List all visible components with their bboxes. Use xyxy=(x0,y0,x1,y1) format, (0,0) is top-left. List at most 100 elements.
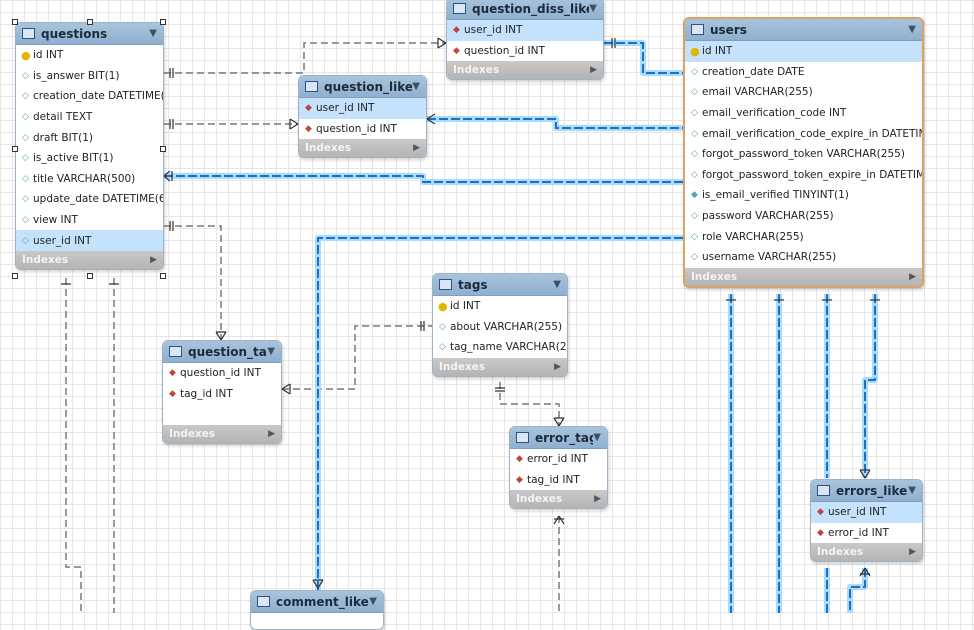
resize-handle[interactable] xyxy=(12,146,18,152)
column-row[interactable]: ◇ is_answer BIT(1) xyxy=(16,66,163,87)
resize-handle[interactable] xyxy=(160,146,166,152)
column-row[interactable]: ◇ detail TEXT xyxy=(16,107,163,128)
table-name: question_diss_likes xyxy=(472,1,590,16)
collapse-arrow-icon[interactable]: ▼ xyxy=(908,485,916,496)
column-row[interactable]: ◇ title VARCHAR(500) xyxy=(16,169,163,190)
indexes-section[interactable]: Indexes ▶ xyxy=(447,61,603,80)
table-header[interactable]: errors_likes ▼ xyxy=(811,480,922,502)
expand-arrow-icon[interactable]: ▶ xyxy=(590,65,597,75)
questions-table[interactable]: questions ▼ ● id INT ◇ is_answer BIT(1) ◇ c… xyxy=(15,22,164,270)
table-icon xyxy=(257,596,270,607)
expand-arrow-icon[interactable]: ▶ xyxy=(150,255,157,265)
column-row[interactable]: ◇ email_verification_code_expire_in DATET… xyxy=(685,123,922,144)
collapse-arrow-icon[interactable]: ▼ xyxy=(149,28,157,39)
resize-handle[interactable] xyxy=(160,19,166,25)
column-row[interactable]: ◆ user_id INT xyxy=(811,502,922,523)
attribute-icon: ◇ xyxy=(22,132,29,143)
column-row[interactable]: ◇ about VARCHAR(255) xyxy=(433,317,567,338)
column-row[interactable]: ◆ error_id INT xyxy=(811,523,922,544)
table-icon xyxy=(305,81,318,92)
table-header[interactable]: questions ▼ xyxy=(16,23,163,45)
indexes-section[interactable]: Indexes ▶ xyxy=(16,250,163,269)
column-row[interactable]: ◆ tag_id INT xyxy=(510,470,607,491)
column-label: is_email_verified TINYINT(1) xyxy=(702,189,849,202)
column-row[interactable]: ◇ draft BIT(1) xyxy=(16,127,163,148)
column-row[interactable]: ◇ email_verification_code INT xyxy=(685,103,922,124)
table-header[interactable]: question_diss_likes ▼ xyxy=(447,0,603,20)
table-header[interactable]: tags ▼ xyxy=(433,274,567,296)
attribute-icon: ◇ xyxy=(22,153,29,164)
column-row[interactable]: ◆ error_id INT xyxy=(510,449,607,470)
column-row[interactable]: ◆ question_id INT xyxy=(299,119,426,140)
column-label: user_id INT xyxy=(33,234,92,247)
expand-arrow-icon[interactable]: ▶ xyxy=(909,272,916,282)
expand-arrow-icon[interactable]: ▶ xyxy=(413,143,420,153)
column-row[interactable]: ◆ user_id INT xyxy=(299,98,426,119)
column-row[interactable]: ◇ is_active BIT(1) xyxy=(16,148,163,169)
users-table[interactable]: users ▼ ● id INT ◇ creation_date DATE ◇ ema… xyxy=(683,17,924,288)
attribute-icon: ◇ xyxy=(691,252,698,263)
column-row[interactable]: ◇ role VARCHAR(255) xyxy=(685,226,922,247)
tags-table[interactable]: tags ▼ ● id INT ◇ about VARCHAR(255) ◇ tag_… xyxy=(432,273,568,377)
column-row[interactable]: ● id INT xyxy=(685,41,922,62)
column-row[interactable]: ◇ password VARCHAR(255) xyxy=(685,206,922,227)
attribute-icon: ◇ xyxy=(691,128,698,139)
comment-likes-table[interactable]: comment_likes ▼ xyxy=(250,590,384,630)
indexes-section[interactable]: Indexes ▶ xyxy=(299,139,426,158)
table-header[interactable]: comment_likes ▼ xyxy=(251,591,383,613)
indexes-section[interactable]: Indexes ▶ xyxy=(685,267,922,286)
column-row[interactable]: ◆ tag_id INT xyxy=(163,384,281,405)
indexes-section[interactable]: Indexes ▶ xyxy=(433,357,567,376)
column-row[interactable]: ◇ view INT xyxy=(16,210,163,231)
collapse-arrow-icon[interactable]: ▼ xyxy=(553,279,561,290)
column-label: tag_id INT xyxy=(180,387,233,400)
foreign-key-icon: ◆ xyxy=(305,103,312,114)
column-row[interactable]: ◇ forgot_password_token VARCHAR(255) xyxy=(685,144,922,165)
column-row[interactable]: ◇ tag_name VARCHAR(255) xyxy=(433,337,567,358)
column-row[interactable]: ● id INT xyxy=(433,296,567,317)
indexes-section[interactable]: Indexes ▶ xyxy=(163,424,281,443)
expand-arrow-icon[interactable]: ▶ xyxy=(268,429,275,439)
expand-arrow-icon[interactable]: ▶ xyxy=(909,547,916,557)
resize-handle[interactable] xyxy=(12,273,18,279)
collapse-arrow-icon[interactable]: ▼ xyxy=(267,346,275,357)
column-row[interactable]: ◇ email VARCHAR(255) xyxy=(685,82,922,103)
column-row[interactable]: ◇ forgot_password_token_expire_in DATETIM… xyxy=(685,165,922,186)
column-row[interactable]: ◆ is_email_verified TINYINT(1) xyxy=(685,185,922,206)
column-row[interactable]: ◆ question_id INT xyxy=(163,363,281,384)
indexes-section[interactable]: Indexes ▶ xyxy=(811,543,922,562)
collapse-arrow-icon[interactable]: ▼ xyxy=(412,81,420,92)
question-likes-table[interactable]: question_likes ▼ ◆ user_id INT ◆ question_… xyxy=(298,75,427,159)
table-header[interactable]: users ▼ xyxy=(685,19,922,41)
column-row[interactable]: ◇ update_date DATETIME(6) xyxy=(16,189,163,210)
collapse-arrow-icon[interactable]: ▼ xyxy=(908,24,916,35)
collapse-arrow-icon[interactable]: ▼ xyxy=(369,596,377,607)
question-diss-likes-table[interactable]: question_diss_likes ▼ ◆ user_id INT ◆ ques… xyxy=(446,0,604,81)
table-header[interactable]: question_tag ▼ xyxy=(163,341,281,363)
collapse-arrow-icon[interactable]: ▼ xyxy=(589,3,597,14)
column-row[interactable]: ◇ creation_date DATETIME(6) xyxy=(16,86,163,107)
resize-handle[interactable] xyxy=(12,19,18,25)
table-name: error_tag xyxy=(535,430,594,445)
question-tag-table[interactable]: question_tag ▼ ◆ question_id INT ◆ tag_id … xyxy=(162,340,282,444)
indexes-section[interactable]: Indexes ▶ xyxy=(510,490,607,509)
column-row[interactable]: ● id INT xyxy=(16,45,163,66)
error-tag-table[interactable]: error_tag ▼ ◆ error_id INT ◆ tag_id INT In… xyxy=(509,426,608,510)
resize-handle[interactable] xyxy=(87,19,93,25)
collapse-arrow-icon[interactable]: ▼ xyxy=(593,432,601,443)
expand-arrow-icon[interactable]: ▶ xyxy=(554,362,561,372)
indexes-label: Indexes xyxy=(305,142,352,155)
table-header[interactable]: question_likes ▼ xyxy=(299,76,426,98)
resize-handle[interactable] xyxy=(160,273,166,279)
foreign-key-icon: ◆ xyxy=(169,388,176,399)
attribute-icon: ◇ xyxy=(22,70,29,81)
column-row[interactable]: ◇ creation_date DATE xyxy=(685,62,922,83)
column-row[interactable]: ◇ user_id INT xyxy=(16,230,163,251)
column-row[interactable]: ◇ username VARCHAR(255) xyxy=(685,247,922,268)
column-row[interactable]: ◆ user_id INT xyxy=(447,20,603,41)
column-row[interactable]: ◆ question_id INT xyxy=(447,41,603,62)
table-header[interactable]: error_tag ▼ xyxy=(510,427,607,449)
expand-arrow-icon[interactable]: ▶ xyxy=(594,494,601,504)
errors-likes-table[interactable]: errors_likes ▼ ◆ user_id INT ◆ error_id IN… xyxy=(810,479,923,563)
resize-handle[interactable] xyxy=(87,273,93,279)
